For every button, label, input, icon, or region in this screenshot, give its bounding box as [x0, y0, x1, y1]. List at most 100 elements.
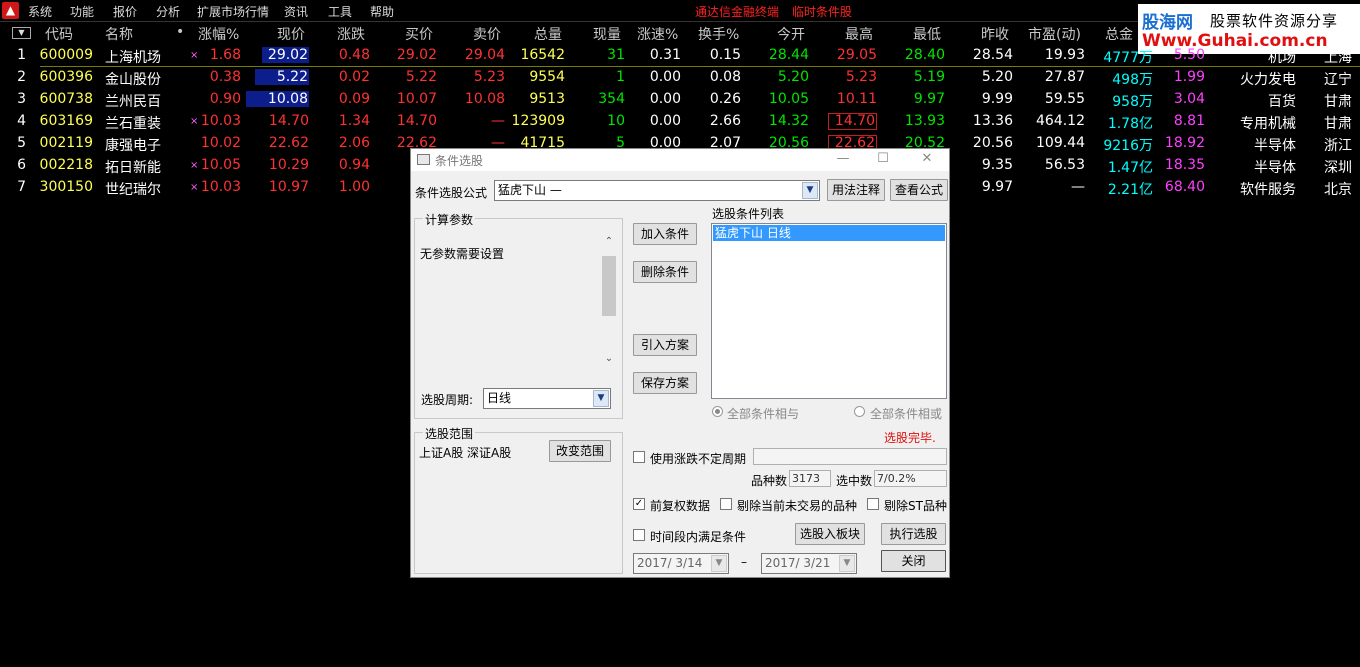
minimize-icon[interactable]: —: [833, 151, 853, 166]
col-header-pct[interactable]: 涨幅%: [198, 24, 239, 44]
cell-low: 5.19: [913, 69, 945, 85]
formula-combo[interactable]: 猛虎下山 — ▼: [494, 180, 820, 201]
stock-name[interactable]: 拓日新能: [105, 157, 161, 177]
row-number: 2: [17, 69, 26, 85]
col-header-change[interactable]: 涨跌: [337, 24, 365, 44]
condition-list[interactable]: 猛虎下山 日线: [711, 223, 947, 399]
scroll-up-icon[interactable]: ⌃: [601, 236, 617, 247]
view-formula-button[interactable]: 查看公式: [890, 179, 948, 201]
radio-and[interactable]: [712, 406, 723, 417]
exclude-nontrade-checkbox[interactable]: [720, 498, 732, 510]
row-number: 3: [17, 91, 26, 107]
col-header-name[interactable]: 名称: [105, 24, 133, 44]
change-range-button[interactable]: 改变范围: [549, 440, 611, 462]
restore-checkbox[interactable]: ✓: [633, 498, 645, 510]
cell-high: 14.70: [827, 113, 877, 130]
maximize-icon[interactable]: ☐: [873, 151, 893, 166]
col-header-speed[interactable]: 涨速%: [637, 24, 678, 44]
radio-and-label: 全部条件相与: [727, 407, 800, 421]
col-header-prev-close[interactable]: 昨收: [981, 24, 1009, 44]
stock-name[interactable]: 金山股份: [105, 69, 161, 89]
stock-name[interactable]: 世纪瑞尔: [105, 179, 161, 199]
to-block-button[interactable]: 选股入板块: [795, 523, 865, 545]
stock-name[interactable]: 上海机场: [105, 47, 161, 67]
date-from-field[interactable]: 2017/ 3/14 ▼: [633, 553, 729, 574]
cell-open: 28.44: [768, 47, 809, 63]
radio-or[interactable]: [854, 406, 865, 417]
menu-quote[interactable]: 报价: [113, 3, 137, 20]
stock-code[interactable]: 002218: [40, 157, 93, 173]
cell-speed: 0.00: [649, 91, 681, 107]
col-header-bid[interactable]: 买价: [405, 24, 433, 44]
execute-button[interactable]: 执行选股: [881, 523, 946, 545]
col-header-pe[interactable]: 市盈(动): [1028, 24, 1081, 44]
menu-tools[interactable]: 工具: [328, 3, 352, 20]
delete-condition-button[interactable]: 删除条件: [633, 261, 697, 283]
chevron-down-icon[interactable]: ▼: [711, 555, 727, 572]
params-scrollbar[interactable]: ⌃ ⌄: [601, 236, 617, 364]
menu-function[interactable]: 功能: [70, 3, 94, 20]
add-condition-button[interactable]: 加入条件: [633, 223, 697, 245]
cell-ask: —: [491, 113, 505, 129]
exclude-nontrade-label: 剔除当前未交易的品种: [737, 499, 858, 513]
stock-name[interactable]: 兰州民百: [105, 91, 161, 111]
col-header-turnover[interactable]: 换手%: [698, 24, 739, 44]
formula-label: 条件选股公式: [415, 186, 488, 200]
cell-extra: 5.50: [1173, 47, 1205, 63]
usage-note-button[interactable]: 用法注释: [827, 179, 885, 201]
sort-dropdown-icon[interactable]: ▼: [12, 27, 31, 39]
stock-name[interactable]: 康强电子: [105, 135, 161, 155]
save-plan-button[interactable]: 保存方案: [633, 372, 697, 394]
col-header-volume[interactable]: 总量: [534, 24, 562, 44]
selected-field: 7/0.2%: [874, 470, 947, 487]
cell-price: 10.08: [245, 91, 309, 107]
import-plan-button[interactable]: 引入方案: [633, 334, 697, 356]
stock-code[interactable]: 603169: [40, 113, 93, 129]
chevron-down-icon[interactable]: ▼: [802, 182, 818, 199]
menu-help[interactable]: 帮助: [370, 3, 394, 20]
col-header-ask[interactable]: 卖价: [473, 24, 501, 44]
scroll-thumb[interactable]: [602, 256, 616, 316]
col-header-price[interactable]: 现价: [277, 24, 305, 44]
close-icon[interactable]: ✕: [917, 151, 937, 166]
stock-code[interactable]: 300150: [40, 179, 93, 195]
stock-code[interactable]: 600738: [40, 91, 93, 107]
exclude-st-checkbox[interactable]: [867, 498, 879, 510]
date-separator: –: [741, 555, 747, 569]
scroll-down-icon[interactable]: ⌄: [601, 353, 617, 364]
date-to-value: 2017/ 3/21: [765, 556, 831, 570]
stock-code[interactable]: 600009: [40, 47, 93, 63]
close-button[interactable]: 关闭: [881, 550, 946, 572]
cell-pe: 27.87: [1044, 69, 1085, 85]
col-header-open[interactable]: 今开: [777, 24, 805, 44]
uncertain-period-field[interactable]: [753, 448, 947, 465]
dialog-titlebar[interactable]: 条件选股 — ☐ ✕: [411, 149, 949, 171]
menu-ext-market[interactable]: 扩展市场行情: [197, 3, 269, 20]
uncertain-period-checkbox[interactable]: [633, 451, 645, 463]
col-header-amount[interactable]: 总金: [1105, 24, 1133, 44]
stock-name[interactable]: 兰石重装: [105, 113, 161, 133]
col-header-cur-vol[interactable]: 现量: [593, 24, 621, 44]
date-to-field[interactable]: 2017/ 3/21 ▼: [761, 553, 857, 574]
chevron-down-icon[interactable]: ▼: [839, 555, 855, 572]
stock-code[interactable]: 002119: [40, 135, 93, 151]
list-item[interactable]: 猛虎下山 日线: [713, 225, 945, 241]
cell-cur-vol: 1: [616, 69, 625, 85]
menu-system[interactable]: 系统: [28, 3, 52, 20]
cell-prev-close: 5.20: [981, 69, 1013, 85]
cell-high: 10.11: [836, 91, 877, 107]
app-logo-icon[interactable]: ▲: [2, 2, 19, 19]
chevron-down-icon[interactable]: ▼: [593, 390, 609, 407]
period-combo[interactable]: 日线 ▼: [483, 388, 611, 409]
col-header-code[interactable]: 代码: [45, 24, 73, 44]
cell-pe: 56.53: [1044, 157, 1085, 173]
cell-region: 深圳: [1324, 160, 1352, 176]
col-header-low[interactable]: 最低: [913, 24, 941, 44]
menu-analysis[interactable]: 分析: [156, 3, 180, 20]
cell-amount: 1.78亿: [1107, 116, 1153, 132]
menu-info[interactable]: 资讯: [284, 3, 308, 20]
time-range-checkbox[interactable]: [633, 529, 645, 541]
cell-industry: 半导体: [1254, 138, 1296, 154]
col-header-high[interactable]: 最高: [845, 24, 873, 44]
stock-code[interactable]: 600396: [40, 69, 93, 85]
